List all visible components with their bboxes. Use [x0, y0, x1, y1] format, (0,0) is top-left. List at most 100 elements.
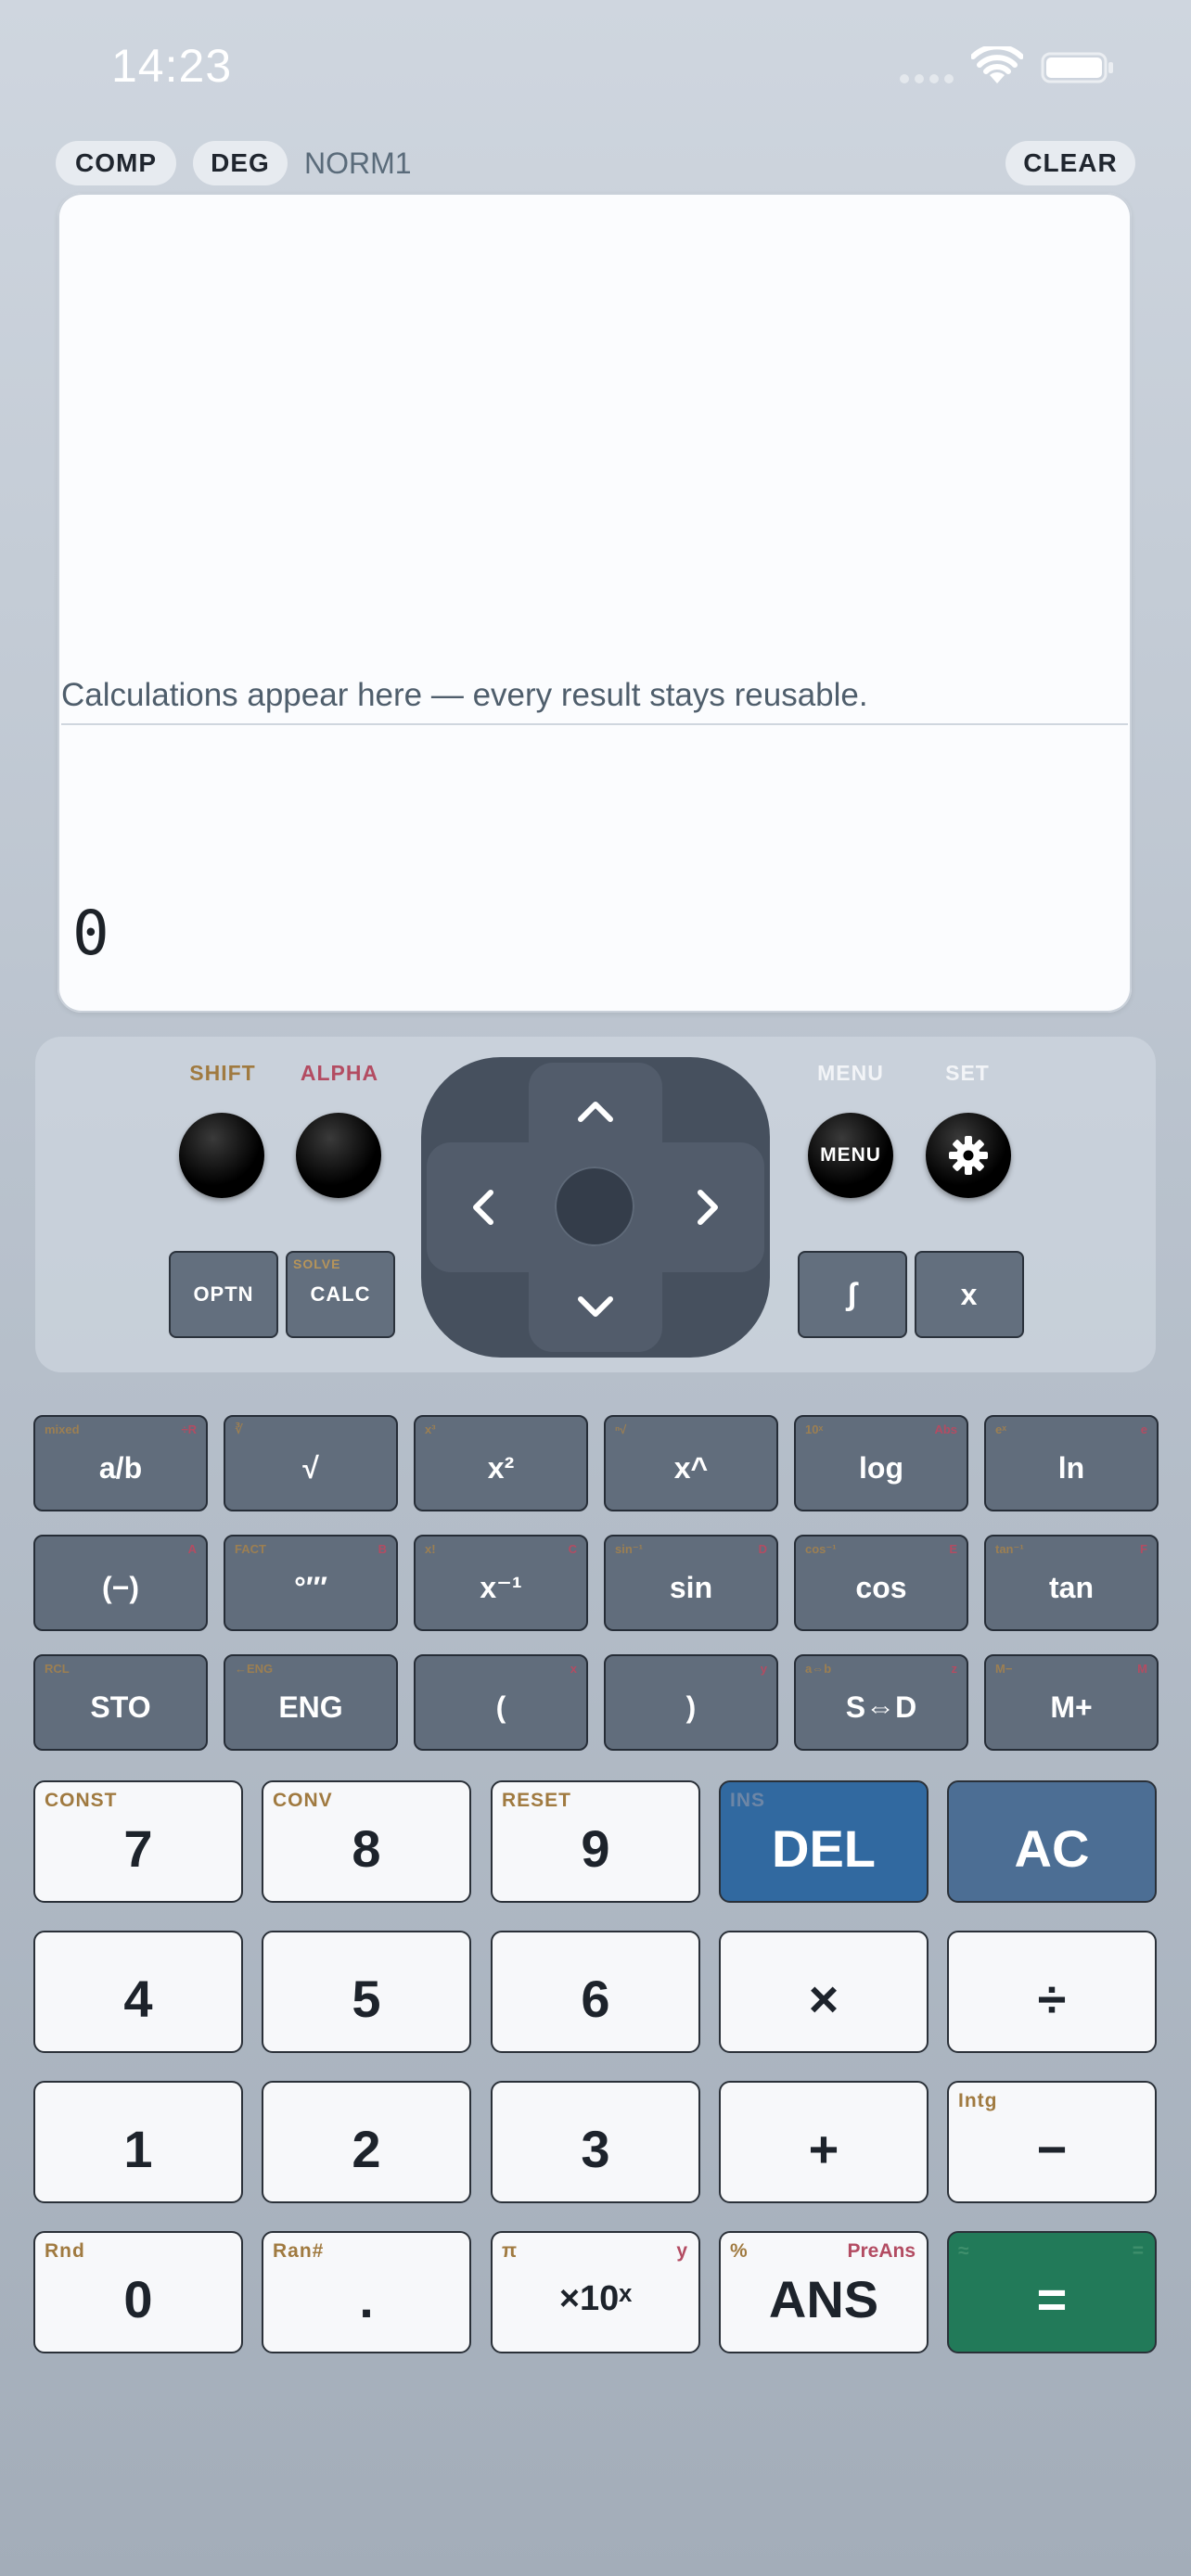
set-label: SET	[945, 1061, 990, 1085]
key-label: DEL	[772, 1818, 876, 1878]
log-key[interactable]: 10ˣ Abs log	[794, 1415, 968, 1511]
shift-button[interactable]	[179, 1113, 264, 1198]
settings-button[interactable]	[926, 1113, 1011, 1198]
s-d-key[interactable]: a⇔b z S⇔D	[794, 1654, 968, 1751]
exp-key[interactable]: π y ×10ˣ	[491, 2231, 700, 2353]
ac-key[interactable]: AC	[947, 1780, 1157, 1903]
wifi-icon	[971, 46, 1023, 83]
plus-key[interactable]: +	[719, 2081, 928, 2203]
shift-function-label: x³	[425, 1422, 436, 1436]
key-label: ENG	[278, 1690, 343, 1724]
calc-shift-label: SOLVE	[293, 1256, 341, 1271]
multiply-key[interactable]: ×	[719, 1931, 928, 2053]
up-arrow-button[interactable]	[568, 1083, 623, 1139]
key-label: (−)	[102, 1570, 139, 1604]
alpha-function-label: C	[568, 1542, 577, 1556]
close-paren-key[interactable]: y)	[604, 1654, 778, 1751]
key-label: STO	[90, 1690, 151, 1724]
key-label: ANS	[768, 2269, 879, 2328]
shift-function-label: π	[502, 2240, 519, 2262]
alpha-function-label: x	[570, 1662, 577, 1676]
reciprocal-key[interactable]: x! Cx⁻¹	[414, 1535, 588, 1631]
dms-key[interactable]: FACT B °′″	[224, 1535, 398, 1631]
alpha-function-label: A	[187, 1542, 197, 1556]
key-7[interactable]: CONST 7	[33, 1780, 243, 1903]
optn-button[interactable]: OPTN	[169, 1251, 278, 1338]
divide-key[interactable]: ÷	[947, 1931, 1157, 2053]
shift-function-label: ≈	[958, 2240, 970, 2262]
key-label: sin	[669, 1570, 713, 1604]
left-arrow-button[interactable]	[455, 1180, 510, 1235]
alpha-function-label: Abs	[934, 1422, 957, 1436]
key-2[interactable]: 2	[262, 2081, 471, 2203]
result-value: 0	[72, 898, 109, 969]
menu-button[interactable]: MENU	[808, 1113, 893, 1198]
key-label: )	[685, 1690, 697, 1724]
key-label: tan	[1049, 1570, 1094, 1604]
shift-function-label: FACT	[235, 1542, 266, 1556]
open-paren-key[interactable]: x(	[414, 1654, 588, 1751]
cos-key[interactable]: cos⁻¹ Ecos	[794, 1535, 968, 1631]
key-8[interactable]: CONV 8	[262, 1780, 471, 1903]
key-label: 3	[581, 2119, 610, 2178]
alpha-function-label: y	[676, 2240, 687, 2262]
clock: 14:23	[111, 40, 233, 92]
dpad-center-button[interactable]	[555, 1167, 634, 1246]
variable-x-button[interactable]: x	[915, 1251, 1024, 1338]
alpha-function-label: e	[1140, 1422, 1147, 1436]
square-key[interactable]: x³ x²	[414, 1415, 588, 1511]
key-4[interactable]: 4	[33, 1931, 243, 2053]
tan-key[interactable]: tan⁻¹ Ftan	[984, 1535, 1159, 1631]
m-plus-key[interactable]: M− M M+	[984, 1654, 1159, 1751]
key-6[interactable]: 6	[491, 1931, 700, 2053]
integral-button[interactable]: ∫	[798, 1251, 907, 1338]
eng-key[interactable]: ←ENG ENG	[224, 1654, 398, 1751]
fraction-key[interactable]: mixed ÷R a/b	[33, 1415, 208, 1511]
key-label: log	[859, 1450, 903, 1485]
sin-key[interactable]: sin⁻¹ Dsin	[604, 1535, 778, 1631]
sto-key[interactable]: RCL STO	[33, 1654, 208, 1751]
mode-comp-chip[interactable]: COMP	[56, 141, 176, 185]
del-key[interactable]: INS DEL	[719, 1780, 928, 1903]
key-label: +	[808, 2119, 839, 2178]
key-9[interactable]: RESET 9	[491, 1780, 700, 1903]
power-key[interactable]: ⁿ√ x^	[604, 1415, 778, 1511]
down-arrow-button[interactable]	[568, 1280, 623, 1335]
alpha-function-label: B	[378, 1542, 387, 1556]
shift-function-label: tan⁻¹	[995, 1542, 1024, 1556]
alpha-button[interactable]	[296, 1113, 381, 1198]
ln-key[interactable]: eˣ e ln	[984, 1415, 1159, 1511]
key-label: x⁻¹	[480, 1571, 522, 1604]
sqrt-key[interactable]: ∛ √	[224, 1415, 398, 1511]
decimal-key[interactable]: Ran#.	[262, 2231, 471, 2353]
calc-button[interactable]: SOLVE CALC	[286, 1251, 395, 1338]
ans-key[interactable]: % PreAns ANS	[719, 2231, 928, 2353]
shift-function-label: eˣ	[995, 1422, 1006, 1436]
key-1[interactable]: 1	[33, 2081, 243, 2203]
alpha-function-label: E	[949, 1542, 957, 1556]
key-3[interactable]: 3	[491, 2081, 700, 2203]
right-arrow-button[interactable]	[681, 1180, 736, 1235]
equals-key[interactable]: ≈ = =	[947, 2231, 1157, 2353]
key-0[interactable]: Rnd 0	[33, 2231, 243, 2353]
key-label: cos	[855, 1570, 907, 1604]
gear-icon	[949, 1136, 988, 1175]
shift-function-label: %	[730, 2240, 749, 2262]
shift-function-label: cos⁻¹	[805, 1542, 837, 1556]
key-label: √	[302, 1450, 319, 1485]
key-label: −	[1036, 2119, 1068, 2178]
chevron-down-icon	[578, 1296, 613, 1317]
clear-button[interactable]: CLEAR	[1005, 141, 1135, 185]
key-label: 8	[352, 1818, 381, 1878]
shift-function-label: RESET	[502, 1790, 572, 1811]
negative-key[interactable]: A (−)	[33, 1535, 208, 1631]
angle-deg-chip[interactable]: DEG	[193, 141, 288, 185]
key-label: 0	[123, 2269, 153, 2328]
key-label: (	[495, 1690, 506, 1724]
shift-function-label: M−	[995, 1662, 1013, 1676]
key-5[interactable]: 5	[262, 1931, 471, 2053]
shift-function-label: mixed	[45, 1422, 80, 1436]
key-label: ×10ˣ	[558, 2278, 633, 2318]
minus-key[interactable]: Intg −	[947, 2081, 1157, 2203]
calculator-display[interactable]: Calculations appear here — every result …	[58, 193, 1132, 1013]
